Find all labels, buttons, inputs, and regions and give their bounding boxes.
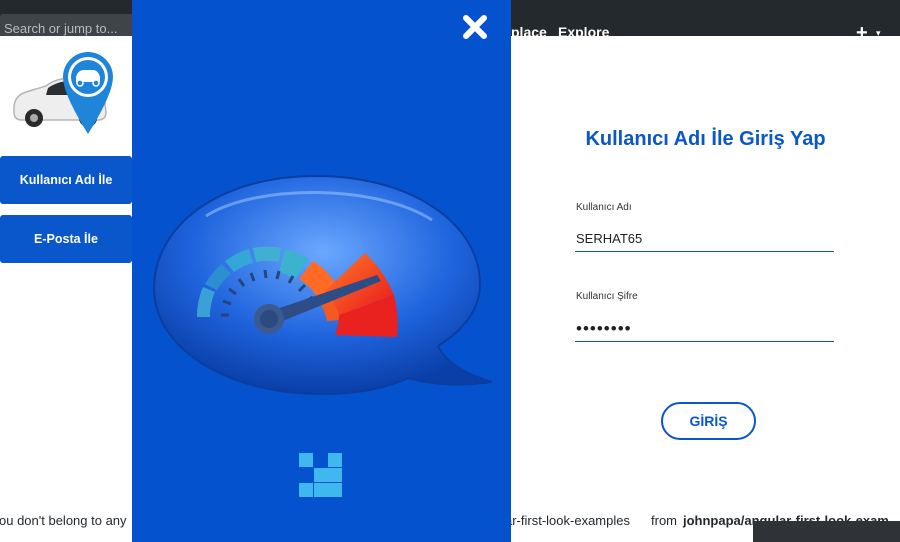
car-location-pin-icon (13, 52, 113, 134)
login-button[interactable]: GİRİŞ (661, 402, 756, 440)
pixel-logo-icon (299, 453, 342, 497)
dark-corner-block (753, 521, 900, 542)
username-label: Kullanıcı Adı (576, 202, 632, 213)
sidebar-item-label: Kullanıcı Adı İle (19, 173, 113, 187)
username-input[interactable] (575, 226, 834, 252)
password-input[interactable] (575, 316, 834, 342)
sidebar-item-email-login[interactable]: E-Posta İle (0, 215, 132, 263)
sidebar-item-username-login[interactable]: Kullanıcı Adı İle (0, 156, 132, 204)
footer-repo-link[interactable]: ar-first-look-examples (505, 513, 630, 528)
close-icon[interactable] (462, 14, 488, 40)
login-title: Kullanıcı Adı İle Giriş Yap (585, 128, 826, 150)
sidebar-item-label: E-Posta İle (34, 232, 98, 246)
footer-text-left: ou don't belong to any (0, 513, 127, 528)
speedometer-bubble-icon (152, 174, 493, 396)
footer-from-text: from (651, 513, 677, 528)
password-label: Kullanıcı Şifre (576, 291, 638, 302)
